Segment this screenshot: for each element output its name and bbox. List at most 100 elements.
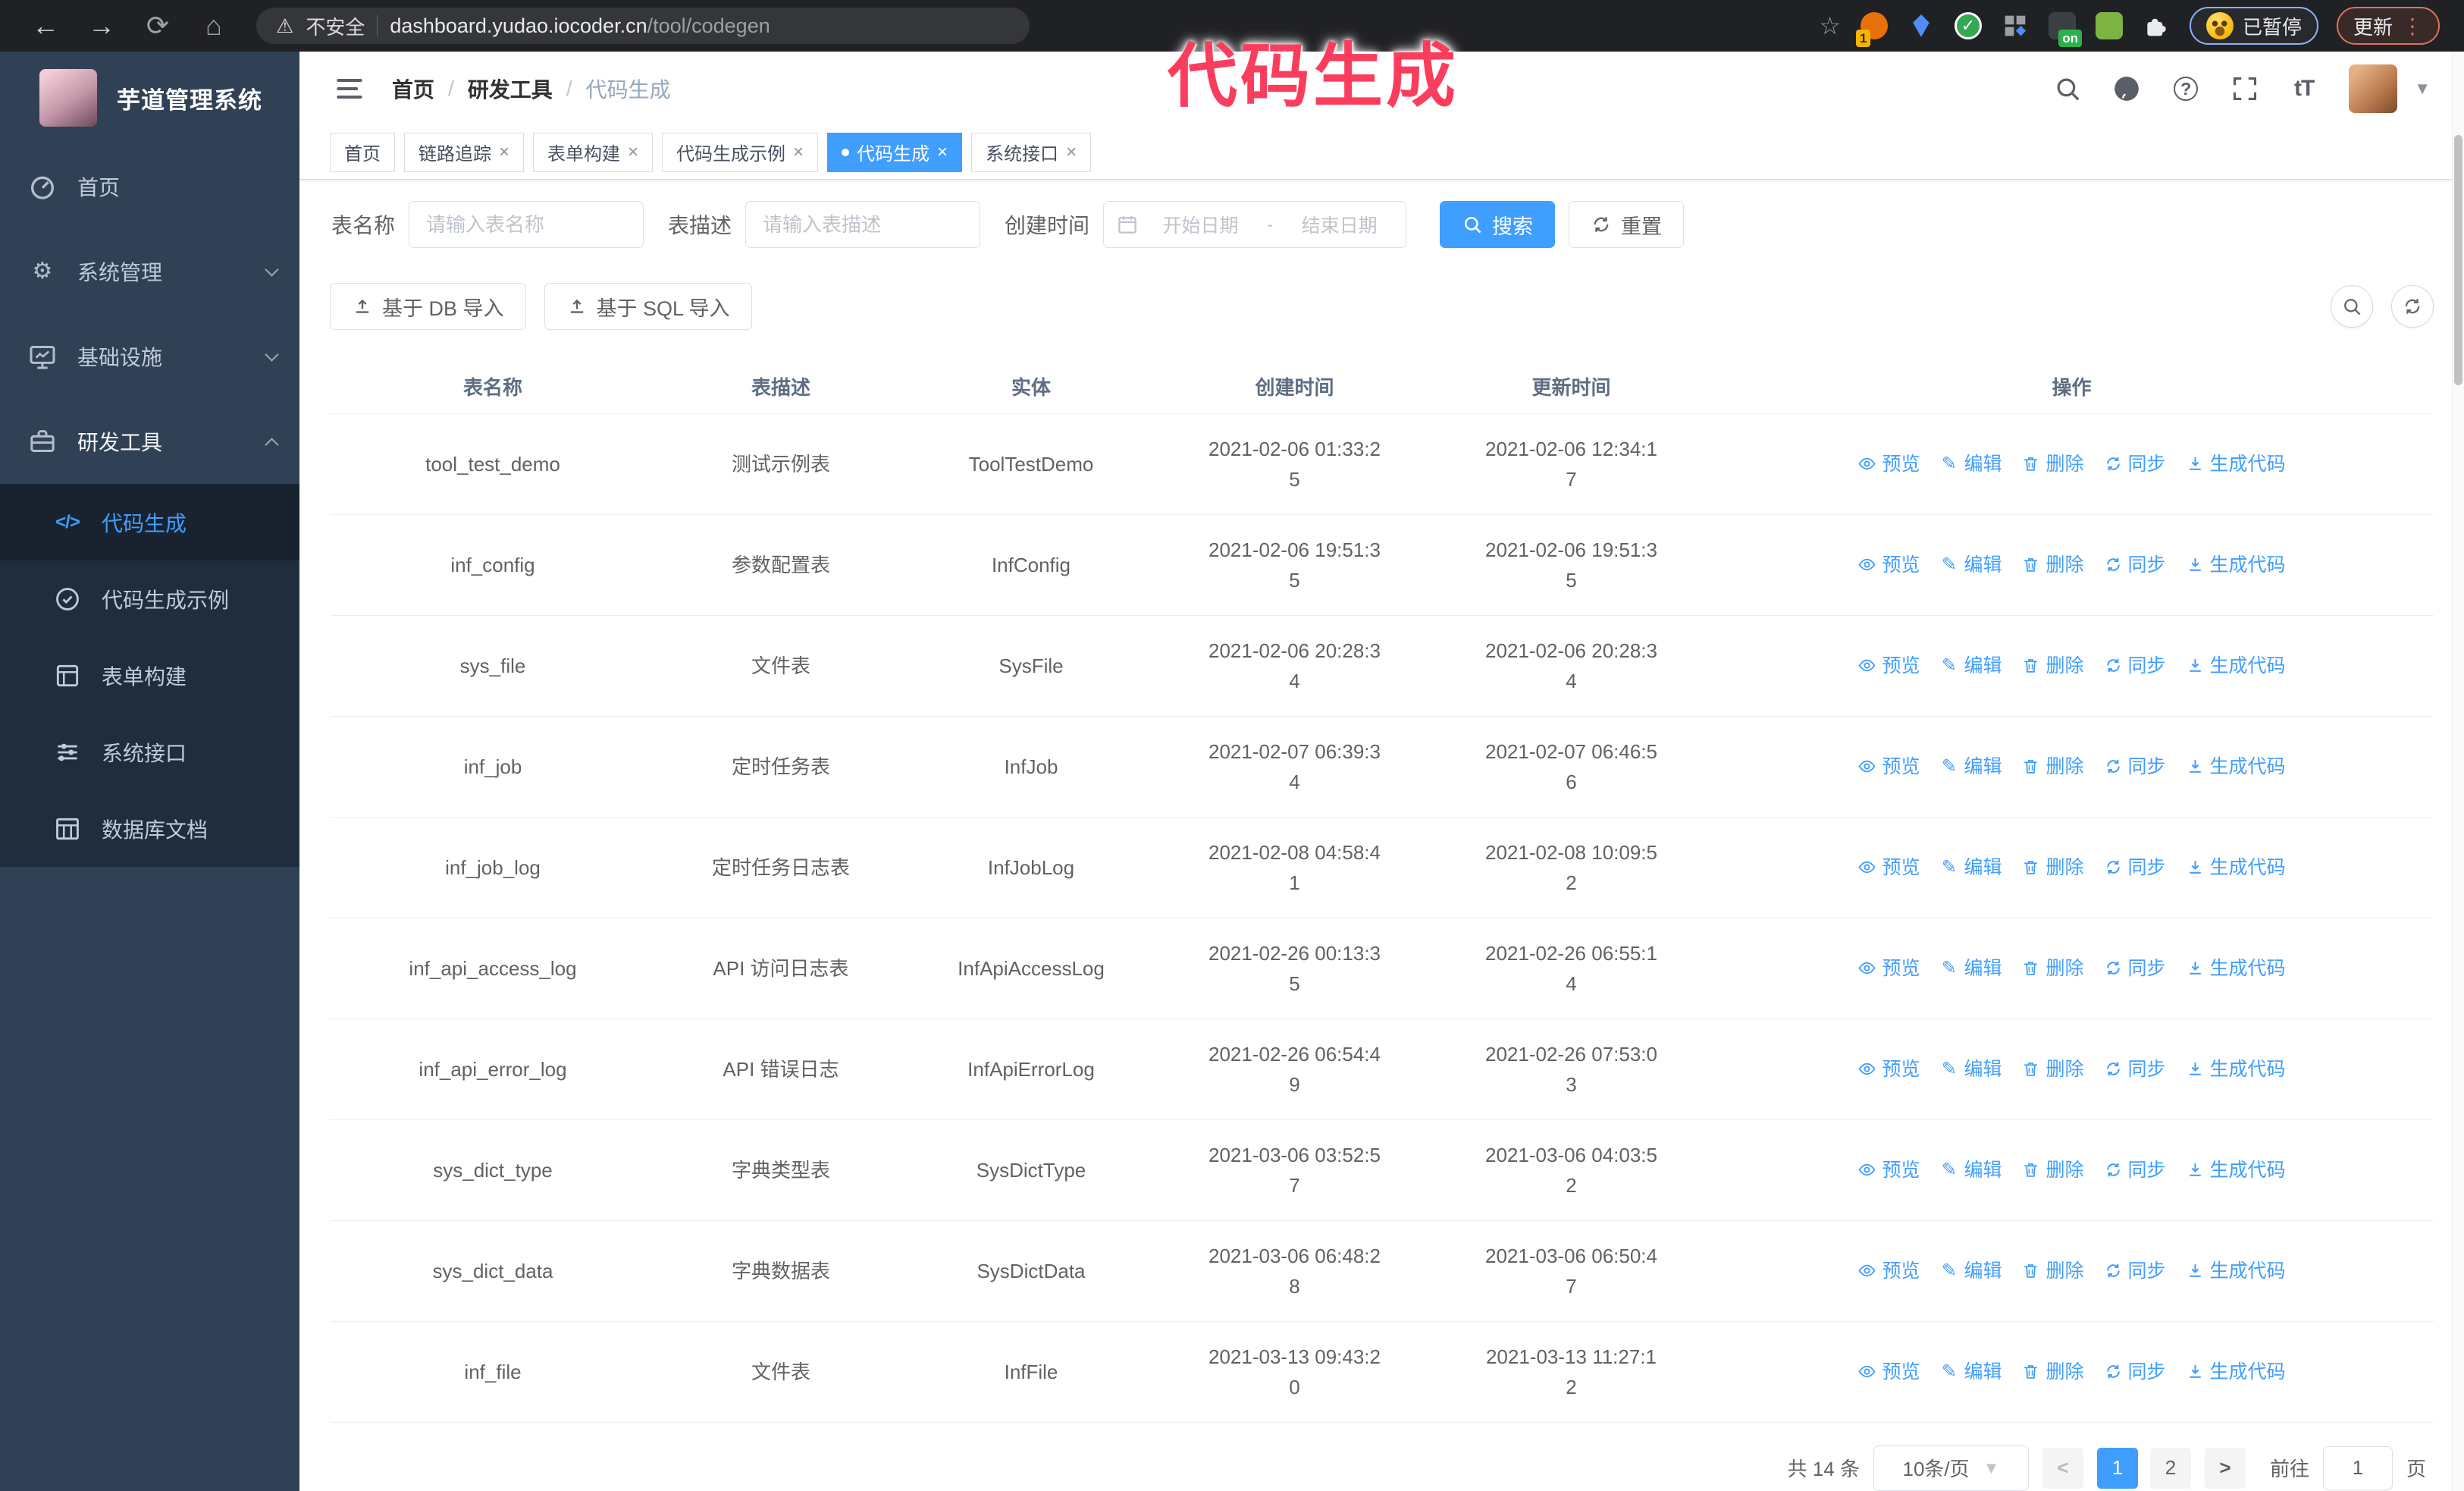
tab-首页[interactable]: 首页 (330, 132, 395, 172)
action-delete-link[interactable]: 删除 (2021, 953, 2084, 984)
sidebar-item-system[interactable]: ⚙ 系统管理 (0, 229, 299, 314)
action-preview-link[interactable]: 预览 (1857, 1256, 1920, 1286)
date-range-picker[interactable]: 开始日期 - 结束日期 (1103, 201, 1407, 248)
ext-orange-circle-icon[interactable]: 1 (1855, 9, 1889, 47)
action-delete-link[interactable]: 删除 (2021, 1256, 2084, 1286)
action-sync-link[interactable]: 同步 (2104, 1256, 2166, 1286)
action-delete-link[interactable]: 删除 (2021, 1155, 2084, 1185)
action-sync-link[interactable]: 同步 (2104, 1357, 2166, 1387)
close-icon[interactable]: × (937, 143, 948, 162)
sidebar-item-home[interactable]: 首页 (0, 144, 299, 229)
action-generate-link[interactable]: 生成代码 (2186, 550, 2286, 580)
browser-back-icon[interactable]: ← (21, 5, 70, 47)
action-edit-link[interactable]: ✎ 编辑 (1939, 953, 2002, 984)
search-button[interactable]: 搜索 (1440, 201, 1556, 248)
browser-update-button[interactable]: 更新 ⋮ (2336, 7, 2440, 45)
tab-表单构建[interactable]: 表单构建 × (533, 132, 654, 172)
fullscreen-icon[interactable] (2230, 74, 2259, 103)
hamburger-icon[interactable] (333, 72, 366, 105)
menu-dots-icon[interactable]: ⋮ (2402, 14, 2423, 39)
tab-代码生成示例[interactable]: 代码生成示例 × (662, 132, 819, 172)
action-edit-link[interactable]: ✎ 编辑 (1939, 1357, 2002, 1387)
action-preview-link[interactable]: 预览 (1857, 1155, 1920, 1185)
sidebar-subitem-codegen-demo[interactable]: 代码生成示例 (0, 560, 299, 637)
start-date-placeholder[interactable]: 开始日期 (1146, 211, 1255, 238)
question-icon[interactable]: ? (2171, 74, 2200, 103)
sidebar-subitem-db-doc[interactable]: 数据库文档 (0, 790, 299, 867)
toggle-search-button[interactable] (2331, 285, 2373, 328)
action-sync-link[interactable]: 同步 (2104, 953, 2166, 984)
scrollbar-thumb[interactable] (2454, 135, 2462, 385)
sidebar-item-devtools[interactable]: 研发工具 (0, 399, 299, 484)
action-preview-link[interactable]: 预览 (1857, 953, 1920, 984)
action-edit-link[interactable]: ✎ 编辑 (1939, 449, 2002, 479)
action-delete-link[interactable]: 删除 (2021, 852, 2084, 883)
action-preview-link[interactable]: 预览 (1857, 550, 1920, 580)
page-button-1[interactable]: 1 (2096, 1447, 2138, 1489)
action-delete-link[interactable]: 删除 (2021, 449, 2084, 479)
reset-button[interactable]: 重置 (1569, 201, 1685, 248)
next-page-button[interactable]: > (2204, 1447, 2246, 1489)
action-edit-link[interactable]: ✎ 编辑 (1939, 550, 2002, 580)
tab-链路追踪[interactable]: 链路追踪 × (404, 132, 525, 172)
action-generate-link[interactable]: 生成代码 (2186, 752, 2286, 782)
action-generate-link[interactable]: 生成代码 (2186, 651, 2286, 681)
ext-green-bot-icon[interactable] (2094, 9, 2124, 42)
action-delete-link[interactable]: 删除 (2021, 1357, 2084, 1387)
prev-page-button[interactable]: < (2042, 1447, 2083, 1489)
action-preview-link[interactable]: 预览 (1857, 852, 1920, 883)
page-size-select[interactable]: 10条/页 ▼ (1873, 1445, 2029, 1491)
action-sync-link[interactable]: 同步 (2104, 752, 2166, 782)
page-scrollbar[interactable] (2452, 52, 2464, 1491)
ext-puzzle-icon[interactable] (2141, 9, 2171, 42)
sidebar-subitem-codegen[interactable]: </> 代码生成 (0, 484, 299, 560)
browser-home-icon[interactable]: ⌂ (190, 5, 238, 47)
action-generate-link[interactable]: 生成代码 (2186, 449, 2286, 479)
ext-dark-icon[interactable]: on (2047, 9, 2082, 47)
action-delete-link[interactable]: 删除 (2021, 752, 2084, 782)
action-generate-link[interactable]: 生成代码 (2186, 1155, 2286, 1185)
action-sync-link[interactable]: 同步 (2104, 651, 2166, 681)
breadcrumb-item[interactable]: 研发工具 (468, 74, 553, 104)
close-icon[interactable]: × (628, 143, 638, 162)
action-preview-link[interactable]: 预览 (1857, 752, 1920, 782)
action-preview-link[interactable]: 预览 (1857, 1054, 1920, 1085)
sidebar-item-infra[interactable]: 基础设施 (0, 314, 299, 399)
action-generate-link[interactable]: 生成代码 (2186, 1054, 2286, 1085)
action-edit-link[interactable]: ✎ 编辑 (1939, 752, 2002, 782)
end-date-placeholder[interactable]: 结束日期 (1285, 211, 1393, 238)
bookmark-star-icon[interactable]: ☆ (1819, 11, 1841, 40)
search-icon[interactable] (2053, 74, 2082, 103)
action-preview-link[interactable]: 预览 (1857, 651, 1920, 681)
sidebar-subitem-system-api[interactable]: 系统接口 (0, 714, 299, 790)
table-name-input[interactable] (409, 201, 644, 248)
tab-系统接口[interactable]: 系统接口 × (971, 132, 1092, 172)
action-edit-link[interactable]: ✎ 编辑 (1939, 1054, 2002, 1085)
action-delete-link[interactable]: 删除 (2021, 550, 2084, 580)
action-sync-link[interactable]: 同步 (2104, 1054, 2166, 1085)
github-icon[interactable] (2112, 74, 2141, 103)
sidebar-subitem-form-build[interactable]: 表单构建 (0, 637, 299, 714)
goto-page-input[interactable] (2322, 1445, 2393, 1490)
action-sync-link[interactable]: 同步 (2104, 1155, 2166, 1185)
action-generate-link[interactable]: 生成代码 (2186, 953, 2286, 984)
font-size-icon[interactable]: tT (2290, 74, 2318, 103)
tab-代码生成[interactable]: 代码生成 × (827, 132, 963, 172)
close-icon[interactable]: × (499, 143, 509, 162)
action-generate-link[interactable]: 生成代码 (2186, 852, 2286, 883)
action-preview-link[interactable]: 预览 (1857, 1357, 1920, 1387)
import-db-button[interactable]: 基于 DB 导入 (330, 283, 526, 330)
action-sync-link[interactable]: 同步 (2104, 449, 2166, 479)
action-preview-link[interactable]: 预览 (1857, 449, 1920, 479)
page-button-2[interactable]: 2 (2149, 1447, 2191, 1489)
browser-reload-icon[interactable]: ⟳ (133, 5, 182, 47)
action-delete-link[interactable]: 删除 (2021, 651, 2084, 681)
close-icon[interactable]: × (793, 143, 804, 162)
table-desc-input[interactable] (745, 201, 981, 248)
caret-down-icon[interactable]: ▼ (2414, 79, 2431, 99)
action-edit-link[interactable]: ✎ 编辑 (1939, 1256, 2002, 1286)
ext-green-check-icon[interactable]: ✓ (1953, 9, 1983, 42)
import-sql-button[interactable]: 基于 SQL 导入 (544, 283, 752, 330)
action-edit-link[interactable]: ✎ 编辑 (1939, 852, 2002, 883)
action-delete-link[interactable]: 删除 (2021, 1054, 2084, 1085)
